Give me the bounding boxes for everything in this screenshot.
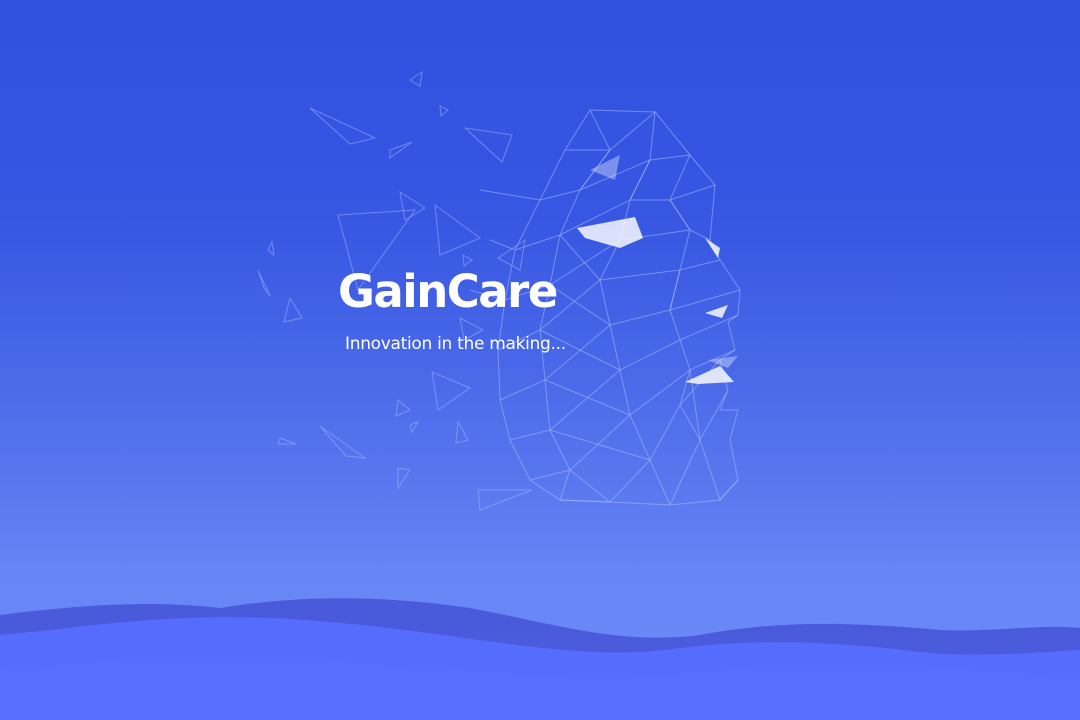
- brand-logo-text: GainCare: [338, 265, 558, 318]
- landing-page: GainCare Innovation in the making...: [0, 0, 1080, 720]
- footer-waves: [0, 598, 1080, 720]
- brand-block: GainCare Innovation in the making...: [338, 260, 758, 370]
- brand-tagline: Innovation in the making...: [345, 334, 566, 354]
